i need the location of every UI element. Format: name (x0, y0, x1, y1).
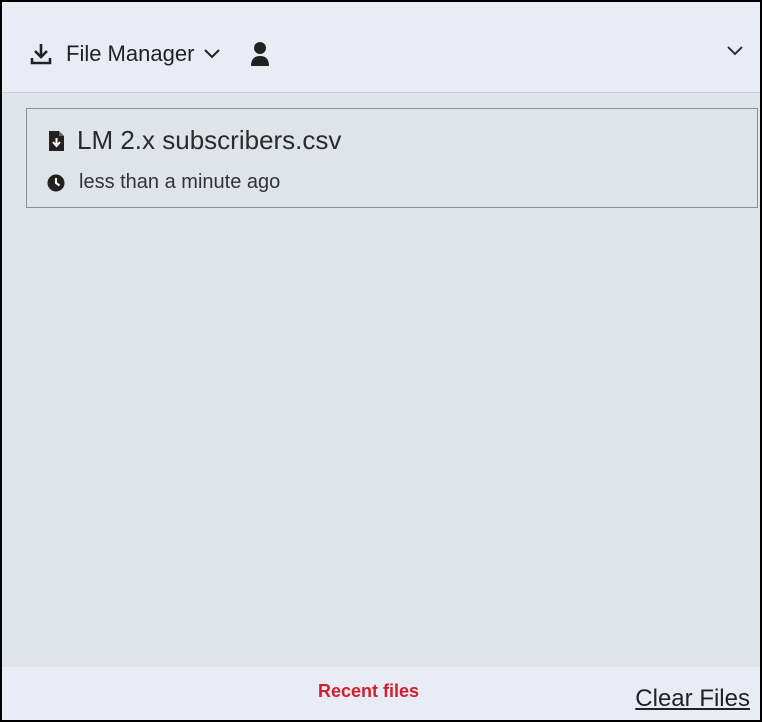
clock-icon (47, 174, 65, 192)
clear-files-link[interactable]: Clear Files (635, 685, 750, 713)
file-time-row: less than a minute ago (47, 171, 280, 194)
file-manager-title: File Manager (66, 41, 195, 66)
recent-files-label: Recent files (318, 681, 420, 701)
file-name: LM 2.x subscribers.csv (77, 125, 342, 155)
file-manager-panel: File Manager LM 2.x subscribers.csv less… (0, 0, 762, 722)
file-name-row: LM 2.x subscribers.csv (47, 125, 341, 156)
file-timestamp: less than a minute ago (79, 171, 281, 193)
download-icon (30, 42, 52, 66)
user-icon[interactable] (250, 41, 270, 67)
file-manager-footer: Recent files Clear Files (2, 667, 760, 720)
list-item[interactable]: LM 2.x subscribers.csv less than a minut… (26, 108, 758, 208)
chevron-down-icon[interactable] (204, 49, 221, 59)
file-download-icon (47, 130, 65, 152)
file-list: LM 2.x subscribers.csv less than a minut… (26, 108, 758, 208)
header-title-group[interactable]: File Manager (30, 36, 270, 72)
file-manager-header: File Manager (2, 2, 760, 93)
collapse-panel-chevron-icon[interactable] (726, 44, 746, 64)
